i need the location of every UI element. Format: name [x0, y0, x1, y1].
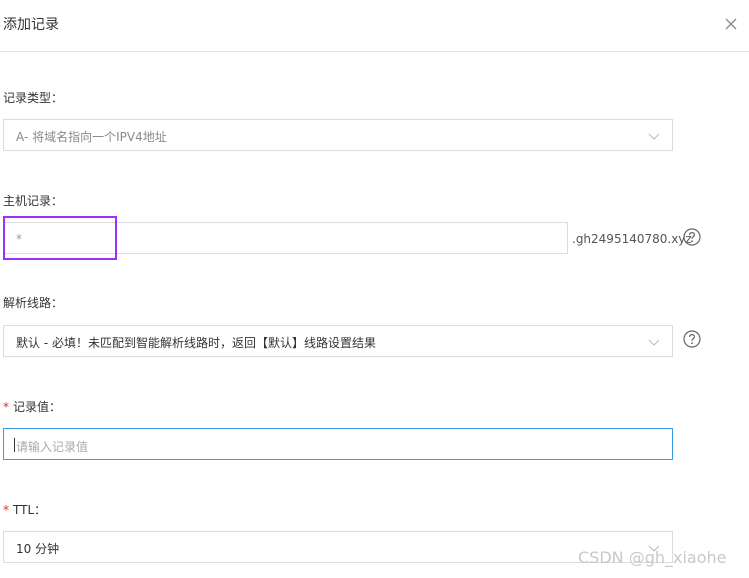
ttl-value: 10 分钟	[16, 542, 60, 556]
required-mark: *	[3, 503, 9, 517]
domain-suffix: .gh2495140780.xyz	[572, 232, 692, 246]
resolution-line-value: 默认 - 必填！未匹配到智能解析线路时，返回【默认】线路设置结果	[16, 336, 376, 350]
record-value-label-text: 记录值：	[13, 400, 62, 414]
dialog-header: 添加记录	[0, 0, 749, 52]
host-record-value: *	[16, 232, 22, 246]
text-caret	[14, 438, 15, 452]
chevron-down-icon	[648, 133, 660, 140]
watermark: CSDN @gh_xiaohe	[578, 548, 727, 567]
resolution-line-select[interactable]: 默认 - 必填！未匹配到智能解析线路时，返回【默认】线路设置结果	[3, 325, 673, 357]
ttl-select[interactable]: 10 分钟	[3, 531, 673, 563]
required-mark: *	[3, 400, 9, 414]
host-record-input[interactable]: *	[3, 222, 568, 254]
resolution-line-label: 解析线路：	[3, 296, 64, 310]
record-type-label: 记录类型：	[3, 91, 64, 105]
help-circle-icon[interactable]	[683, 330, 701, 348]
record-value-label: * 记录值：	[3, 398, 61, 415]
close-icon[interactable]	[722, 15, 740, 33]
host-record-label: 主机记录：	[3, 194, 64, 208]
chevron-down-icon	[648, 339, 660, 346]
record-value-input[interactable]: 请输入记录值	[3, 428, 673, 460]
help-circle-icon[interactable]	[683, 228, 701, 246]
record-type-select[interactable]: A- 将域名指向一个IPV4地址	[3, 119, 673, 151]
ttl-label: * TTL：	[3, 501, 46, 518]
dialog-title: 添加记录	[3, 17, 59, 33]
record-value-placeholder: 请输入记录值	[16, 440, 89, 454]
record-type-value: A- 将域名指向一个IPV4地址	[16, 130, 167, 144]
ttl-label-text: TTL：	[13, 503, 47, 517]
